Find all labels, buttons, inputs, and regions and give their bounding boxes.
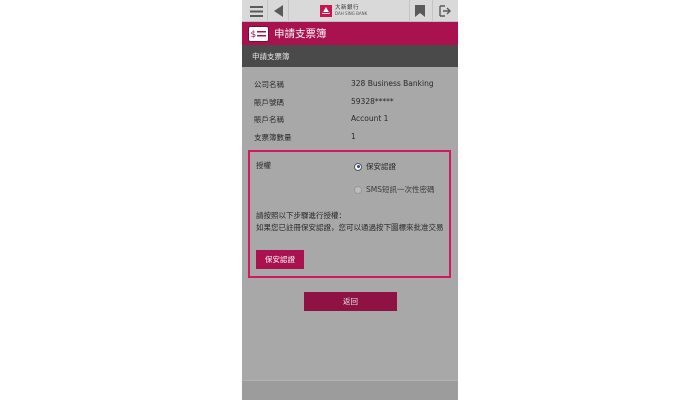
nav-divider (409, 0, 410, 22)
radio-selected-icon[interactable] (354, 162, 362, 171)
secure-authentication-button[interactable]: 保安認證 (256, 250, 304, 269)
detail-value: 59328***** (351, 97, 394, 106)
hamburger-menu-icon (249, 5, 263, 17)
detail-value: 328 Business Banking (351, 79, 434, 88)
logout-icon (439, 5, 451, 17)
instruction-line: 請按照以下步驟進行授權： (256, 211, 346, 220)
logout-button[interactable] (436, 0, 454, 22)
app-screen: 大新銀行 DAH SING BANK $ 申請支票簿 申請支票簿 公司名稱 32… (242, 0, 458, 400)
detail-row-account-number: 賬戶號碼 59328***** (242, 93, 458, 109)
cheque-icon: $ (248, 25, 269, 42)
detail-label: 支票簿數量 (254, 133, 292, 142)
top-navigation-bar: 大新銀行 DAH SING BANK (242, 0, 458, 22)
instruction-line: 如果您已註冊保安認證，您可以通過按下圖標來批准交易 (256, 222, 444, 232)
return-button[interactable]: 返回 (304, 292, 397, 311)
title-bar: $ 申請支票簿 (242, 22, 458, 45)
nav-divider (432, 0, 433, 22)
menu-button[interactable] (246, 0, 266, 22)
radio-sms-otp[interactable]: SMS短訊一次性密碼 (354, 184, 435, 195)
footer-bar (242, 380, 458, 400)
bank-logo-text: 大新銀行 DAH SING BANK (335, 5, 368, 17)
radio-unselected-icon[interactable] (354, 185, 362, 194)
detail-label: 公司名稱 (254, 80, 284, 89)
detail-label: 賬戶名稱 (254, 115, 284, 124)
radio-label: 保安認證 (366, 162, 396, 171)
section-header: 申請支票簿 (242, 45, 458, 67)
nav-divider (267, 0, 268, 22)
detail-value: Account 1 (351, 114, 389, 123)
bookmark-icon (415, 5, 425, 17)
authorization-panel: 授權 保安認證 SMS短訊一次性密碼 請按照以下步驟進行授權： 如果您已註冊保安… (248, 150, 451, 278)
detail-row-cheque-quantity: 支票簿數量 1 (242, 128, 458, 144)
detail-value: 1 (351, 132, 356, 141)
bookmark-button[interactable] (412, 0, 428, 22)
detail-row-company: 公司名稱 328 Business Banking (242, 75, 458, 91)
svg-text:$: $ (251, 30, 257, 40)
detail-label: 賬戶號碼 (254, 98, 284, 107)
page-title: 申請支票簿 (274, 28, 327, 40)
authorization-label: 授權 (256, 161, 271, 170)
detail-row-account-name: 賬戶名稱 Account 1 (242, 110, 458, 126)
bank-logo: 大新銀行 DAH SING BANK (320, 3, 384, 19)
authorization-instructions: 請按照以下步驟進行授權： 如果您已註冊保安認證，您可以通過按下圖標來批准交易 (256, 210, 446, 233)
back-arrow-icon (273, 5, 283, 17)
bank-logo-mark-icon (320, 5, 332, 17)
radio-label: SMS短訊一次性密碼 (366, 185, 435, 194)
back-button[interactable] (270, 0, 286, 22)
nav-divider (288, 0, 289, 22)
radio-secure-authentication[interactable]: 保安認證 (354, 161, 396, 172)
bank-name-english: DAH SING BANK (335, 11, 368, 17)
section-title: 申請支票簿 (252, 51, 290, 61)
